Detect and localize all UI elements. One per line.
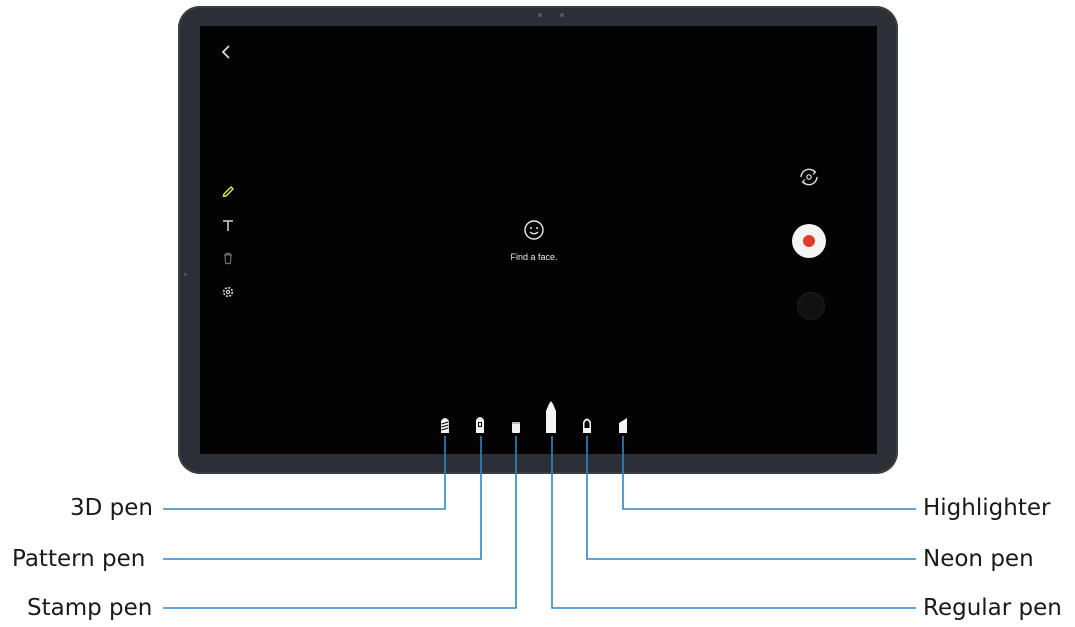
callout-3d-pen <box>163 436 446 510</box>
callout-highlighter <box>622 436 916 510</box>
label-stamp-pen: Stamp pen <box>27 595 153 621</box>
label-pattern-pen: Pattern pen <box>12 546 146 572</box>
label-neon-pen: Neon pen <box>923 546 1034 572</box>
callout-pattern-pen <box>163 436 482 560</box>
callout-stamp-pen <box>163 436 517 609</box>
label-3d-pen: 3D pen <box>70 495 153 521</box>
callout-lines <box>163 436 916 609</box>
callout-neon-pen <box>586 436 916 560</box>
label-highlighter: Highlighter <box>923 495 1051 521</box>
label-regular-pen: Regular pen <box>923 595 1062 621</box>
callout-regular-pen <box>551 436 916 609</box>
